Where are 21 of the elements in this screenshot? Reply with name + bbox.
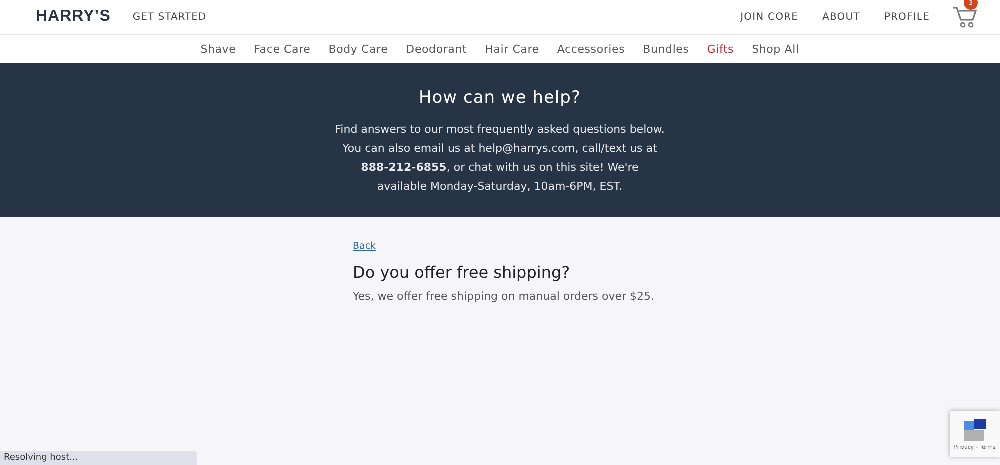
answer-text: Yes, we offer free shipping on manual orders over $25. <box>353 290 653 303</box>
category-link[interactable]: Gifts <box>707 42 734 56</box>
category-link[interactable]: Accessories <box>557 42 626 56</box>
category-link[interactable]: Shop All <box>752 42 800 56</box>
category-link[interactable]: Hair Care <box>485 42 540 56</box>
category-link[interactable]: Face Care <box>254 42 311 56</box>
back-link[interactable]: Back <box>353 241 376 252</box>
logo[interactable]: HARRY’S <box>36 8 111 26</box>
get-started-link[interactable]: GET STARTED <box>132 12 207 22</box>
category-link[interactable]: Shave <box>200 42 236 56</box>
category-link[interactable]: Bundles <box>643 42 690 56</box>
status-bar: Resolving host... <box>0 451 197 465</box>
banner-title: How can we help? <box>419 88 581 108</box>
category-link[interactable]: Body Care <box>328 42 388 56</box>
header-link[interactable]: JOIN CORE <box>740 12 799 22</box>
header-link[interactable]: PROFILE <box>884 12 930 22</box>
header-link[interactable]: ABOUT <box>822 12 860 22</box>
cart-icon[interactable] <box>952 5 978 29</box>
question-title: Do you offer free shipping? <box>353 263 572 282</box>
banner-text: Find answers to our most frequently asked questions below. You can also email us at help@harrys.com, call/text us at 888-212-6855, or chat with us on this site! We're available Monday-Saturday, 10am-6PM, EST. <box>335 122 665 195</box>
category-link[interactable]: Deodorant <box>406 42 468 56</box>
